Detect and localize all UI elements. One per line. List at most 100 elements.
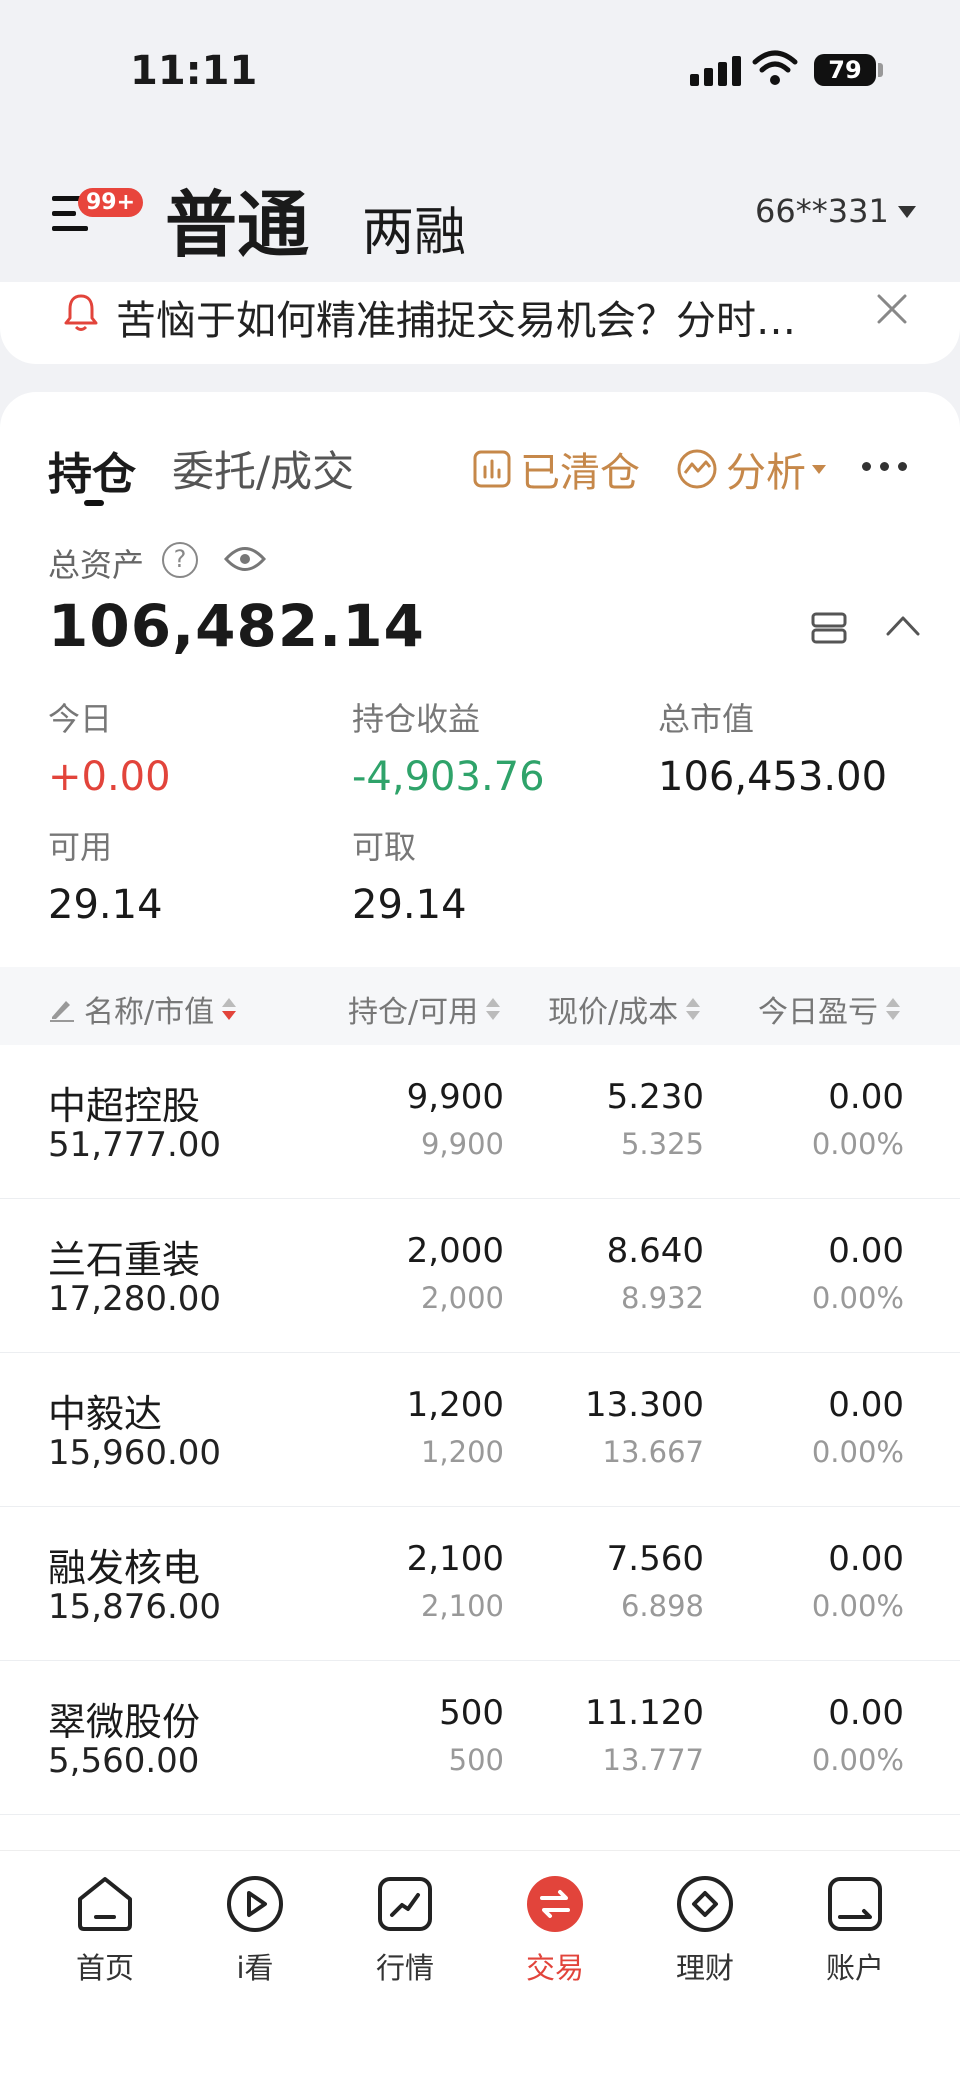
nav-label: 理财	[675, 1951, 734, 1985]
stat-today: 今日 +0.00	[48, 694, 171, 800]
nav-market[interactable]: 行情	[345, 1873, 465, 1987]
today-pnl: 0.00	[828, 1231, 904, 1271]
wifi-icon	[752, 50, 798, 85]
column-position-label: 持仓/可用	[348, 995, 479, 1030]
current-price: 13.300	[585, 1385, 704, 1425]
cost-price: 8.932	[620, 1281, 704, 1315]
notice-banner[interactable]: 苦恼于如何精准捕捉交易机会？分时…	[0, 282, 960, 364]
stat-available: 可用 29.14	[48, 822, 163, 928]
tab-underline	[84, 500, 104, 506]
holdings-list: 中超控股 51,777.00 9,900 9,900 5.230 5.325 0…	[0, 1045, 960, 1815]
stat-market-value-value: 106,453.00	[658, 754, 888, 800]
table-row[interactable]: 翠微股份 5,560.00 500 500 11.120 13.777 0.00…	[0, 1661, 960, 1815]
nav-label: i看	[236, 1951, 274, 1985]
home-icon	[78, 1877, 132, 1931]
battery-cap	[878, 63, 883, 77]
table-header: 名称/市值 持仓/可用 现价/成本 今日盈亏	[0, 967, 960, 1045]
notice-text[interactable]: 苦恼于如何精准捕捉交易机会？分时…	[116, 288, 796, 346]
stat-holding-profit-label: 持仓收益	[352, 700, 481, 738]
nav-iwatch[interactable]: i看	[195, 1873, 315, 1987]
today-pnl-pct: 0.00%	[811, 1589, 904, 1623]
column-position[interactable]: 持仓/可用	[348, 987, 501, 1031]
eye-icon[interactable]	[224, 544, 266, 574]
stat-today-label: 今日	[48, 700, 113, 738]
bell-icon	[64, 294, 98, 331]
nav-label: 首页	[75, 1951, 134, 1985]
more-icon[interactable]	[862, 462, 907, 471]
chevron-down-icon[interactable]	[898, 206, 916, 218]
available-qty: 2,000	[420, 1281, 504, 1315]
help-icon[interactable]: ?	[162, 542, 198, 578]
sort-icon	[486, 998, 501, 1020]
table-row[interactable]: 中毅达 15,960.00 1,200 1,200 13.300 13.667 …	[0, 1353, 960, 1507]
stat-market-value: 总市值 106,453.00	[658, 694, 887, 800]
column-pnl-label: 今日盈亏	[758, 995, 878, 1030]
stock-market-value: 5,560.00	[48, 1741, 200, 1781]
cost-price: 5.325	[620, 1127, 704, 1161]
tab-orders[interactable]: 委托/成交	[172, 438, 354, 499]
nav-label: 行情	[375, 1951, 434, 1985]
status-time: 11:11	[130, 48, 258, 94]
layout-toggle-icon[interactable]	[811, 610, 847, 646]
chevron-up-icon[interactable]	[884, 610, 922, 640]
tab-holdings[interactable]: 持仓	[48, 438, 136, 502]
stock-name: 中超控股	[48, 1084, 201, 1128]
table-row[interactable]: 融发核电 15,876.00 2,100 2,100 7.560 6.898 0…	[0, 1507, 960, 1661]
tab-margin[interactable]: 两融	[362, 190, 466, 265]
today-pnl: 0.00	[828, 1693, 904, 1733]
diamond-icon	[677, 1876, 733, 1932]
sort-icon	[686, 998, 701, 1020]
table-row[interactable]: 兰石重装 17,280.00 2,000 2,000 8.640 8.932 0…	[0, 1199, 960, 1353]
trade-icon	[527, 1876, 583, 1932]
nav-account[interactable]: 账户	[795, 1873, 915, 1987]
nav-wealth[interactable]: 理财	[645, 1873, 765, 1987]
current-price: 5.230	[606, 1077, 704, 1117]
stat-available-label: 可用	[48, 828, 113, 866]
stat-holding-profit-value: -4,903.76	[352, 754, 545, 800]
column-price[interactable]: 现价/成本	[548, 987, 701, 1031]
today-pnl-pct: 0.00%	[811, 1743, 904, 1777]
nav-trade[interactable]: 交易	[495, 1873, 615, 1987]
bottom-nav: 首页 i看 行情 交易 理财 账户	[0, 1850, 960, 2079]
header: 99+ 普通 两融 66**331	[0, 150, 960, 280]
current-price: 8.640	[606, 1231, 704, 1271]
available-qty: 9,900	[420, 1127, 504, 1161]
notification-badge: 99+	[78, 188, 144, 217]
stock-market-value: 17,280.00	[48, 1279, 222, 1319]
stock-market-value: 15,876.00	[48, 1587, 222, 1627]
today-pnl-pct: 0.00%	[811, 1127, 904, 1161]
current-price: 7.560	[606, 1539, 704, 1579]
stat-available-value: 29.14	[48, 882, 163, 928]
column-price-label: 现价/成本	[548, 995, 679, 1030]
battery-icon: 79	[814, 54, 876, 86]
today-pnl: 0.00	[828, 1385, 904, 1425]
today-pnl: 0.00	[828, 1077, 904, 1117]
report-icon	[473, 450, 511, 488]
nav-home[interactable]: 首页	[45, 1873, 165, 1987]
stat-holding-profit: 持仓收益 -4,903.76	[352, 694, 545, 800]
current-price: 11.120	[585, 1693, 704, 1733]
tab-normal[interactable]: 普通	[165, 166, 309, 271]
edit-icon[interactable]	[48, 995, 76, 1023]
cost-price: 13.777	[602, 1743, 704, 1777]
account-icon	[828, 1877, 882, 1931]
cleared-positions-button[interactable]: 已清仓	[472, 440, 640, 498]
stat-today-value: +0.00	[48, 754, 171, 800]
nav-label: 交易	[525, 1951, 584, 1985]
table-row[interactable]: 中超控股 51,777.00 9,900 9,900 5.230 5.325 0…	[0, 1045, 960, 1199]
account-selector[interactable]: 66**331	[755, 192, 889, 230]
column-name-mv[interactable]: 名称/市值	[48, 987, 237, 1031]
today-pnl-pct: 0.00%	[811, 1435, 904, 1469]
sort-icon	[886, 998, 900, 1020]
stock-name: 兰石重装	[48, 1238, 201, 1282]
analysis-button[interactable]: 分析	[676, 440, 826, 498]
stock-name: 翠微股份	[48, 1700, 201, 1744]
stat-withdrawable: 可取 29.14	[352, 822, 467, 928]
cleared-label: 已清仓	[520, 450, 640, 496]
close-icon[interactable]	[875, 292, 909, 326]
stat-market-value-label: 总市值	[658, 700, 755, 738]
column-pnl[interactable]: 今日盈亏	[758, 987, 900, 1031]
available-qty: 1,200	[420, 1435, 504, 1469]
position-qty: 2,000	[406, 1231, 504, 1271]
analysis-icon	[677, 449, 717, 489]
